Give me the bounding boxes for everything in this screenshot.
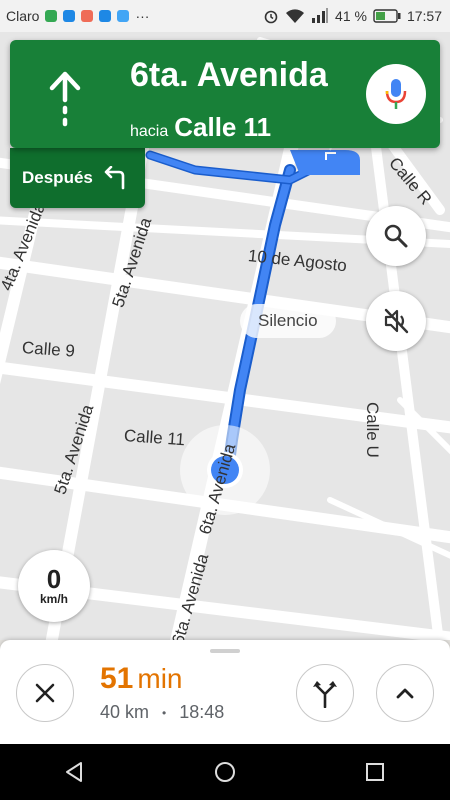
sound-toggle-button[interactable]: [366, 291, 426, 351]
toward-street: Calle 11: [174, 112, 272, 142]
arrival-time: 18:48: [179, 702, 225, 722]
navigation-instruction-banner[interactable]: 6ta. Avenida hacia Calle 11: [10, 40, 440, 148]
eta-duration: 51 min: [100, 662, 224, 696]
then-maneuver-chip[interactable]: Después: [10, 148, 145, 208]
toward-label: hacia: [130, 123, 169, 140]
recents-icon[interactable]: [363, 760, 387, 784]
status-bar: Claro ··· 41 % 17:57: [0, 0, 450, 32]
trip-bottom-sheet[interactable]: 51 min 40 km • 18:48: [0, 640, 450, 744]
trip-eta[interactable]: 51 min 40 km • 18:48: [100, 662, 224, 723]
speed-value: 0: [46, 564, 62, 594]
battery-percent: 41 %: [335, 8, 367, 24]
maneuver-street: 6ta. Avenida: [130, 56, 328, 94]
more-notifications: ···: [135, 8, 150, 24]
back-icon[interactable]: [63, 760, 87, 784]
close-icon: [35, 683, 55, 703]
home-icon[interactable]: [213, 760, 237, 784]
clock: 17:57: [406, 8, 442, 24]
sound-state-label: Silencio: [240, 304, 336, 338]
street-label-calle-9: Calle 9: [21, 338, 76, 361]
search-icon: [384, 224, 408, 248]
search-along-route-button[interactable]: [366, 206, 426, 266]
alternate-routes-button[interactable]: [296, 664, 354, 722]
carrier-label: Claro: [6, 8, 40, 24]
speedometer: 0 km/h: [18, 550, 90, 622]
location-icon: [63, 10, 76, 22]
microphone-icon: [385, 79, 407, 109]
then-label: Después: [22, 168, 93, 187]
sheet-drag-handle[interactable]: [210, 649, 240, 653]
signal-icon: [312, 8, 329, 23]
expand-sheet-button[interactable]: [376, 664, 434, 722]
bluetooth-icon: [99, 10, 112, 22]
volume-off-icon: [384, 308, 409, 334]
alt-routes-icon: [313, 681, 337, 708]
speed-unit: km/h: [39, 592, 68, 606]
maps-icon: [45, 10, 58, 22]
wifi-icon: [286, 9, 305, 23]
battery-icon: [373, 9, 401, 23]
exit-navigation-button[interactable]: [16, 664, 74, 722]
eta-separator: •: [162, 706, 167, 721]
eta-unit: min: [137, 663, 183, 694]
maneuver-toward: hacia Calle 11: [130, 112, 271, 143]
turn-left-icon: [104, 166, 125, 190]
system-navigation-bar: [0, 744, 450, 800]
street-label-calle-u: Calle U: [363, 402, 382, 458]
voice-search-button[interactable]: [366, 64, 426, 124]
arrow-up-icon: [49, 71, 81, 127]
app-icon: [81, 10, 94, 22]
trip-distance: 40 km: [100, 702, 150, 722]
eta-value: 51: [100, 662, 134, 695]
eta-details: 40 km • 18:48: [100, 702, 224, 723]
alarm-icon: [264, 10, 278, 24]
street-label-calle-11: Calle 11: [123, 426, 186, 450]
message-icon: [117, 10, 130, 22]
chevron-up-icon: [396, 688, 414, 699]
